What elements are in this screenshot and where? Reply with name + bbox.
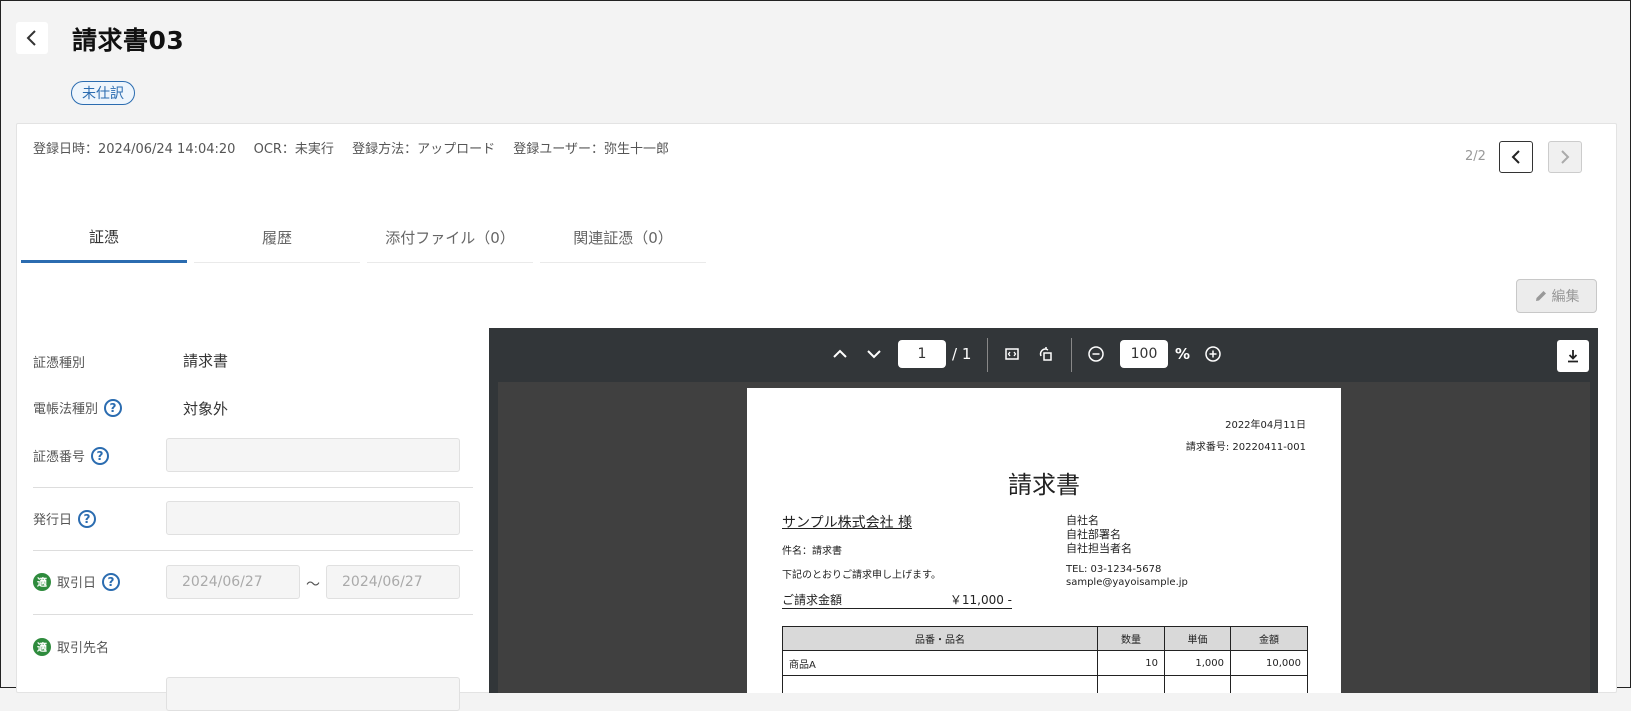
partner-input[interactable]: [166, 677, 460, 711]
help-icon[interactable]: ?: [102, 572, 121, 591]
partner-label: 適 取引先名: [33, 637, 109, 656]
trade-date-label: 適 取引日 ?: [33, 572, 121, 591]
pdf-cell-empty: [782, 675, 1098, 693]
meta-registered-at: 登録日時：2024/06/24 14:04:20: [33, 142, 236, 157]
zoom-in-button[interactable]: [1200, 341, 1226, 367]
edit-button-label: 編集: [1551, 289, 1580, 305]
voucher-number-label: 証憑番号 ?: [33, 446, 110, 465]
toolbar-separator: [1071, 338, 1072, 372]
pdf-amount-value: ￥11,000 -: [949, 593, 1012, 607]
rotate-button[interactable]: [1033, 341, 1059, 367]
pdf-cell-name: 商品A: [782, 650, 1098, 676]
issue-date-label: 発行日 ?: [33, 509, 97, 528]
chevron-left-icon: [1511, 150, 1520, 164]
divider: [33, 487, 473, 488]
pdf-col-amount: 金額: [1230, 626, 1308, 651]
pdf-title: 請求書: [1008, 471, 1080, 499]
tab-related[interactable]: 関連証憑（0）: [540, 213, 706, 263]
download-button[interactable]: [1557, 340, 1589, 372]
meta-method: 登録方法：アップロード: [352, 142, 496, 157]
chevron-up-icon: [833, 349, 847, 358]
issue-date-input[interactable]: [166, 501, 460, 535]
prev-page-button[interactable]: [827, 341, 853, 367]
trade-date-to-input[interactable]: 2024/06/27: [326, 565, 460, 599]
back-button[interactable]: [16, 22, 48, 54]
pdf-cell-amount: 10,000: [1230, 650, 1308, 676]
pdf-company-person: 自社担当者名: [1066, 542, 1132, 555]
partner-label-text: 取引先名: [57, 641, 110, 656]
download-icon: [1568, 350, 1578, 363]
pencil-icon: [1535, 291, 1546, 301]
zoom-input[interactable]: 100: [1120, 340, 1168, 368]
chevron-right-icon: [1561, 150, 1570, 164]
divider: [33, 614, 473, 615]
pdf-cell-qty: 10: [1097, 650, 1165, 676]
pdf-date: 2022年04月11日: [1225, 420, 1306, 431]
tekiyo-icon: 適: [33, 637, 51, 656]
status-badge: 未仕訳: [71, 81, 135, 105]
ebook-type-label-text: 電帳法種別: [33, 402, 99, 417]
pdf-col-qty: 数量: [1097, 626, 1165, 651]
pdf-invoice-number: 請求番号: 20220411-001: [1185, 442, 1306, 453]
doc-type-label-text: 証憑種別: [33, 356, 86, 371]
chevron-down-icon: [867, 350, 881, 359]
pdf-cell-empty: [1230, 675, 1308, 693]
page-title: 請求書03: [72, 26, 185, 55]
meta-ocr: OCR：未実行: [253, 142, 334, 157]
toolbar-separator: [987, 338, 988, 372]
help-icon[interactable]: ?: [78, 509, 97, 528]
tekiyo-icon: 適: [33, 572, 51, 591]
pdf-col-price: 単価: [1164, 626, 1231, 651]
pdf-col-name: 品番・品名: [782, 626, 1098, 651]
issue-date-label-text: 発行日: [33, 513, 73, 528]
voucher-number-label-text: 証憑番号: [33, 450, 86, 465]
trade-date-from-input[interactable]: 2024/06/27: [166, 565, 300, 599]
zoom-unit: %: [1175, 345, 1191, 363]
ebook-type-label: 電帳法種別 ?: [33, 398, 123, 417]
fit-width-icon: [1005, 348, 1019, 360]
date-range-separator: 〜: [306, 577, 320, 593]
tab-attachments[interactable]: 添付ファイル（0）: [367, 213, 533, 263]
zoom-out-icon: [1088, 346, 1104, 362]
pdf-items-table: 品番・品名 数量 単価 金額 商品A 10 1,000 10,000: [782, 626, 1308, 693]
edit-button[interactable]: 編集: [1516, 279, 1597, 313]
next-page-button[interactable]: [861, 341, 887, 367]
meta-user: 登録ユーザー：弥生十一郎: [513, 142, 669, 157]
pdf-amount-label: ご請求金額: [782, 593, 843, 607]
pdf-email: sample@yayoisample.jp: [1066, 577, 1188, 588]
zoom-out-button[interactable]: [1083, 341, 1109, 367]
doc-type-value: 請求書: [183, 352, 229, 370]
pdf-subject: 件名：請求書: [782, 546, 842, 557]
pdf-client: サンプル株式会社 様: [782, 515, 913, 531]
page-total: / 1: [952, 345, 972, 363]
back-arrow-icon: [26, 30, 36, 46]
zoom-in-icon: [1205, 346, 1221, 362]
doc-type-label: 証憑種別: [33, 352, 85, 371]
ebook-type-value: 対象外: [183, 400, 229, 418]
help-icon[interactable]: ?: [91, 446, 110, 465]
help-icon[interactable]: ?: [104, 398, 123, 417]
fit-width-button[interactable]: [999, 341, 1025, 367]
pdf-cell-price: 1,000: [1164, 650, 1231, 676]
trade-date-label-text: 取引日: [57, 576, 97, 591]
pdf-tel: TEL: 03-1234-5678: [1066, 564, 1162, 575]
next-document-button[interactable]: [1548, 141, 1582, 173]
pdf-page: 2022年04月11日 請求番号: 20220411-001 請求書 サンプル株…: [747, 388, 1341, 693]
prev-document-button[interactable]: [1499, 141, 1533, 173]
tab-history[interactable]: 履歴: [194, 213, 360, 263]
divider: [33, 550, 473, 551]
pdf-amount-row: ご請求金額 ￥11,000 -: [782, 591, 1012, 609]
pager-count: 2/2: [1465, 149, 1486, 164]
rotate-icon: [1039, 347, 1052, 361]
table-row: [782, 675, 1308, 693]
page-number-input[interactable]: 1: [898, 340, 946, 368]
voucher-number-input[interactable]: [166, 438, 460, 472]
table-row: 商品A 10 1,000 10,000: [782, 650, 1308, 676]
pdf-cell-empty: [1164, 675, 1231, 693]
tab-voucher[interactable]: 証憑: [21, 213, 187, 263]
meta-line: 登録日時：2024/06/24 14:04:20 OCR：未実行 登録方法：アッ…: [33, 138, 683, 157]
pdf-greeting: 下記のとおりご請求申し上げます。: [782, 570, 941, 581]
pdf-cell-empty: [1097, 675, 1165, 693]
